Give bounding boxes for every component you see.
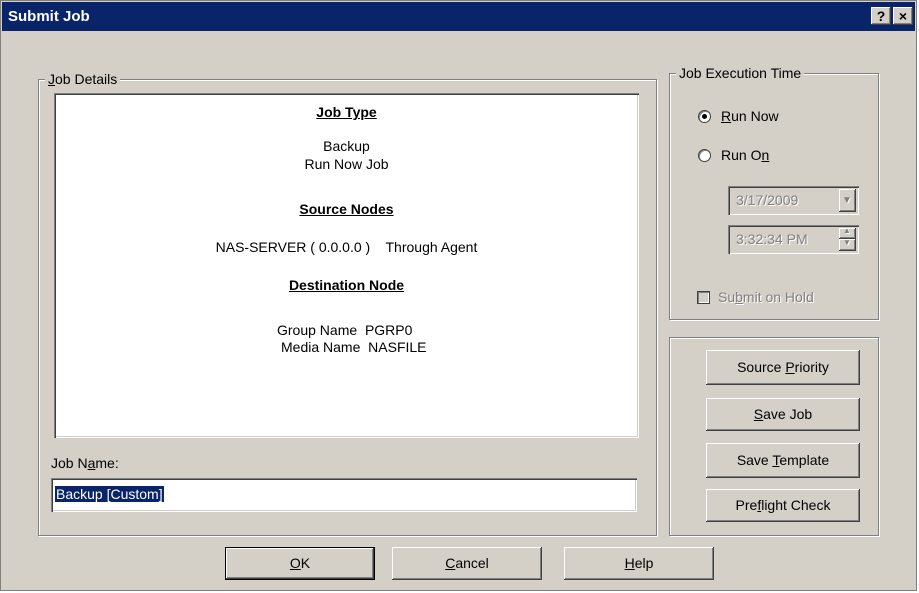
source-nodes-header: Source Nodes bbox=[299, 201, 394, 217]
save-template-button[interactable]: Save Template bbox=[706, 443, 860, 478]
group-name-label: Group Name bbox=[277, 322, 358, 338]
submit-on-hold-checkbox[interactable] bbox=[697, 291, 710, 304]
cancel-button[interactable]: Cancel bbox=[392, 547, 542, 580]
run-time-value: 3:32:34 PM bbox=[736, 231, 808, 247]
spin-up-icon: ▲ bbox=[843, 226, 851, 235]
spin-down-icon: ▼ bbox=[843, 238, 851, 247]
window-title: Submit Job bbox=[8, 8, 90, 25]
job-summary-panel: Job Type Backup Run Now Job Source Nodes… bbox=[54, 93, 639, 438]
help-button[interactable]: Help bbox=[564, 547, 714, 580]
run-on-label[interactable]: Run On bbox=[721, 147, 769, 163]
source-priority-button[interactable]: Source Priority bbox=[706, 350, 860, 385]
group-name-value: PGRP0 bbox=[364, 322, 413, 338]
job-name-input[interactable]: Backup [Custom] bbox=[51, 478, 637, 512]
submit-on-hold-label[interactable]: Submit on Hold bbox=[718, 289, 814, 305]
help-icon[interactable]: ? bbox=[871, 7, 891, 25]
ok-button[interactable]: OK bbox=[225, 547, 375, 580]
date-dropdown-button[interactable]: ▼ bbox=[839, 189, 856, 212]
job-execution-legend: Job Execution Time bbox=[676, 65, 805, 81]
chevron-down-icon: ▼ bbox=[842, 195, 852, 206]
media-name-row: Media Name NASFILE bbox=[281, 339, 427, 355]
media-name-value: NASFILE bbox=[368, 339, 427, 355]
media-name-label: Media Name bbox=[281, 339, 361, 355]
run-now-label[interactable]: Run Now bbox=[721, 108, 779, 124]
job-name-label: Job Name: bbox=[51, 455, 119, 471]
job-run-type: Run Now Job bbox=[304, 156, 389, 172]
submit-job-dialog: Submit Job ? × Job Details Job Type Back… bbox=[0, 0, 917, 591]
destination-node-header: Destination Node bbox=[288, 277, 405, 293]
job-name-text: Backup [Custom] bbox=[55, 486, 164, 502]
job-details-legend: Job Details bbox=[45, 71, 121, 87]
preflight-check-button[interactable]: Preflight Check bbox=[706, 489, 860, 522]
run-time-field[interactable]: 3:32:34 PM ▲ ▼ bbox=[728, 225, 859, 254]
run-date-field[interactable]: 3/17/2009 ▼ bbox=[728, 186, 859, 215]
run-on-radio[interactable] bbox=[698, 149, 711, 162]
run-now-radio[interactable] bbox=[698, 110, 711, 123]
save-job-button[interactable]: Save Job bbox=[706, 398, 860, 431]
source-node-entry: NAS-SERVER ( 0.0.0.0 ) Through Agent bbox=[215, 239, 478, 255]
job-type-value: Backup bbox=[323, 138, 370, 154]
run-date-value: 3/17/2009 bbox=[736, 192, 799, 208]
time-spin-down-button[interactable]: ▼ bbox=[839, 238, 856, 251]
group-name-row: Group Name PGRP0 bbox=[277, 322, 412, 338]
job-type-header: Job Type bbox=[316, 104, 377, 120]
title-bar: Submit Job ? × bbox=[2, 2, 915, 31]
close-icon[interactable]: × bbox=[893, 7, 913, 25]
